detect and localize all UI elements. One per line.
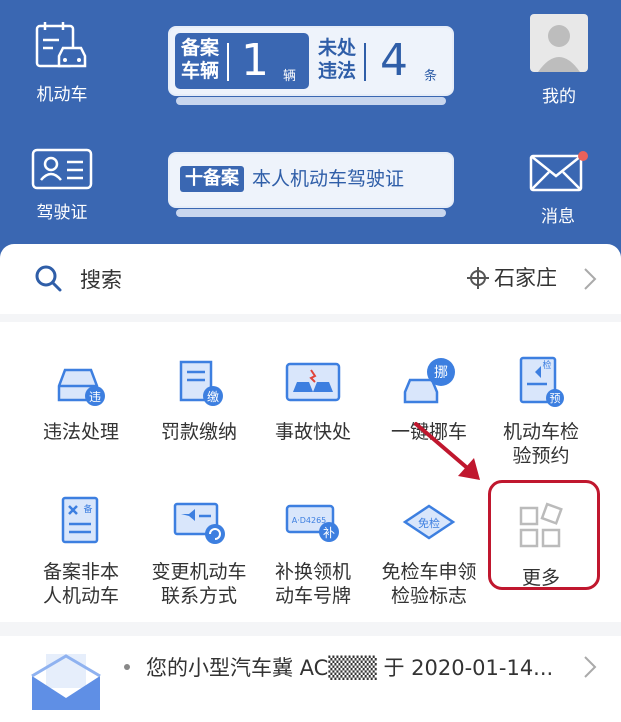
- license-entry[interactable]: 驾驶证: [20, 148, 104, 223]
- messages-entry[interactable]: 消息: [522, 150, 594, 227]
- vehicle-label: 机动车: [36, 85, 88, 105]
- add-license-card[interactable]: 十备案 本人机动车驾驶证: [168, 152, 454, 217]
- service-more[interactable]: 更多: [482, 498, 600, 590]
- license-label: 驾驶证: [36, 203, 88, 223]
- service-grid: 违 违法处理 缴 罚款缴纳 事故快处 挪 一键挪车 检 预 机动车检 验预约 备…: [0, 322, 621, 622]
- fine-badge: 缴: [207, 389, 219, 404]
- chevron-right-icon: [584, 268, 597, 290]
- violations-count: 4: [380, 35, 408, 86]
- service-label-line1: 免检车申领: [381, 561, 477, 583]
- inspection-icon: 检 预: [519, 356, 564, 407]
- accident-icon: [285, 362, 341, 402]
- service-label-line2: 人机动车: [42, 585, 119, 607]
- service-label-line1: 备案非本: [42, 561, 119, 583]
- filed-label-line2: 车辆: [181, 60, 220, 82]
- card-bottom-strip: [176, 97, 446, 105]
- header: 机动车 驾驶证 备案 车辆 1 辆 未处 违法 4 条 十备案 本人机动车驾驶证…: [0, 0, 621, 262]
- id-card-icon: [31, 148, 93, 190]
- move-car-icon: 挪: [403, 358, 455, 404]
- violations-unit: 条: [424, 69, 438, 84]
- notice-text: 您的小型汽车冀 AC▒▒▒ 于 2020-01-14...: [146, 656, 554, 680]
- plate-badge: 补: [323, 526, 335, 540]
- service-label: 罚款缴纳: [160, 421, 237, 443]
- locate-icon: [467, 267, 489, 289]
- service-label: 更多: [521, 567, 560, 589]
- car-violation-icon: 违: [57, 368, 105, 406]
- service-inspection-booking[interactable]: 检 预 机动车检 验预约: [482, 352, 600, 468]
- violation-badge: 违: [89, 390, 101, 404]
- service-file-other-vehicle[interactable]: 备 备案非本 人机动车: [22, 492, 140, 608]
- service-label-line2: 动车号牌: [274, 585, 351, 607]
- avatar: [530, 14, 588, 72]
- exempt-badge: 免检: [418, 516, 440, 530]
- card-bottom-strip: [176, 209, 446, 217]
- service-exempt-inspection[interactable]: 免检 免检车申领 检验标志: [370, 492, 488, 608]
- change-contact-icon: [173, 502, 225, 544]
- filed-label-line1: 备案: [181, 37, 220, 59]
- filed-unit: 辆: [283, 69, 297, 84]
- car-calendar-icon: [35, 22, 87, 68]
- violations-label-line2: 违法: [318, 60, 357, 82]
- search-bar: 搜索 石家庄: [0, 244, 621, 314]
- bullet-dot: [124, 664, 130, 670]
- violations-panel[interactable]: 未处 违法 4 条: [316, 33, 446, 89]
- service-violation[interactable]: 违 违法处理: [22, 352, 140, 444]
- license-plate-icon: A·D4265 补: [285, 504, 339, 542]
- search-icon: [35, 265, 62, 292]
- default-avatar-icon: [538, 25, 580, 72]
- inspect-badge: 预: [550, 392, 561, 405]
- filing-icon: 备: [61, 496, 99, 544]
- service-label-line2: 联系方式: [160, 585, 237, 607]
- inspect-top-badge: 检: [542, 359, 551, 371]
- service-label-line1: 补换领机: [274, 561, 351, 583]
- envelope-icon: [529, 151, 588, 192]
- plate-text: A·D4265: [292, 516, 327, 525]
- more-grid-icon: [519, 502, 563, 548]
- service-label-line2: 验预约: [512, 445, 570, 467]
- city-label: 石家庄: [494, 266, 557, 290]
- fine-document-icon: 缴: [179, 360, 223, 406]
- filed-count: 1: [241, 35, 269, 86]
- violations-label-line1: 未处: [318, 37, 357, 59]
- service-label: 违法处理: [42, 421, 119, 443]
- service-change-contact[interactable]: 变更机动车 联系方式: [140, 492, 258, 608]
- mine-label: 我的: [542, 87, 576, 107]
- filed-vehicles-panel[interactable]: 备案 车辆 1 辆: [175, 33, 309, 89]
- service-label-line1: 机动车检: [502, 421, 579, 443]
- chevron-right-icon: [584, 656, 597, 678]
- service-accident[interactable]: 事故快处: [254, 352, 372, 444]
- add-license-badge: 十备案: [180, 166, 244, 192]
- service-replace-plate[interactable]: A·D4265 补 补换领机 动车号牌: [254, 492, 372, 608]
- vehicle-stats-card[interactable]: 备案 车辆 1 辆 未处 违法 4 条: [168, 26, 454, 105]
- notice-bar[interactable]: 您的小型汽车冀 AC▒▒▒ 于 2020-01-14...: [0, 636, 621, 722]
- mine-entry[interactable]: 我的: [524, 14, 594, 107]
- search-input[interactable]: 搜索: [80, 264, 122, 294]
- vehicle-entry[interactable]: 机动车: [20, 20, 104, 105]
- red-arrow-icon: [414, 422, 480, 480]
- exempt-inspection-icon: 免检: [402, 504, 456, 540]
- service-label-line1: 变更机动车: [151, 561, 247, 583]
- service-label-line2: 检验标志: [390, 585, 467, 607]
- mail-notice-icon: [31, 654, 101, 710]
- messages-label: 消息: [541, 207, 575, 227]
- move-badge: 挪: [434, 365, 448, 381]
- add-license-text: 本人机动车驾驶证: [252, 168, 405, 190]
- service-fine-payment[interactable]: 缴 罚款缴纳: [140, 352, 258, 444]
- service-label: 事故快处: [274, 421, 351, 443]
- filing-badge: 备: [83, 503, 92, 515]
